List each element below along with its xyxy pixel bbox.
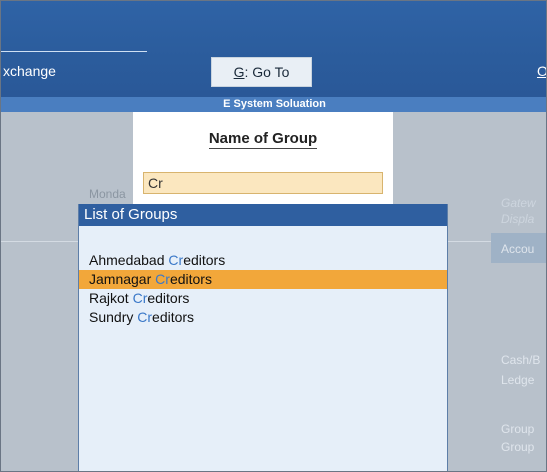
app-window: xchange G: Go To O E System Soluation Mo… [0, 0, 547, 472]
company-name: E System Soluation [223, 98, 326, 110]
group-item-ahmedabad-creditors[interactable]: Ahmedabad Creditors [79, 251, 447, 270]
goto-label: : Go To [244, 64, 290, 80]
menu-right-item[interactable]: O [537, 63, 546, 79]
name-of-group-title: Name of Group [133, 130, 393, 149]
goto-hotkey: G [233, 64, 245, 80]
company-bar: E System Soluation [1, 97, 546, 112]
group-item-match: Cr [168, 252, 184, 268]
name-of-group-title-text: Name of Group [208, 130, 318, 149]
ghost-text-right-6: Group [501, 422, 535, 436]
ghost-text-right-5: Ledge [501, 373, 535, 387]
name-of-group-panel: Name of Group Cr [133, 112, 393, 204]
top-menu-bar: xchange G: Go To O [1, 1, 546, 97]
group-name-input[interactable]: Cr [143, 172, 383, 194]
ghost-text-right-2: Displa [501, 212, 535, 226]
goto-button[interactable]: G: Go To [211, 57, 312, 87]
group-item-rajkot-creditors[interactable]: Rajkot Creditors [79, 289, 447, 308]
group-item-prefix: Jamnagar [89, 271, 156, 287]
ghost-text-right-1: Gatew [501, 196, 536, 210]
ghost-text-right-4: Cash/B [501, 353, 541, 367]
group-item-sundry-creditors[interactable]: Sundry Creditors [79, 308, 447, 327]
group-item-prefix: Sundry [89, 309, 138, 325]
group-item-prefix: Rajkot [89, 290, 133, 306]
list-of-groups-panel: List of Groups Ahmedabad Creditors Jamna… [78, 204, 448, 471]
group-item-match: Cr [155, 271, 170, 287]
menu-exchange[interactable]: xchange [3, 63, 56, 79]
ghost-text-right-3: Accou [501, 242, 535, 256]
group-item-match: Cr [137, 309, 153, 325]
list-of-groups-header: List of Groups [79, 204, 447, 226]
groups-list: Ahmedabad Creditors Jamnagar Creditors R… [79, 251, 447, 327]
group-item-prefix: Ahmedabad [89, 252, 169, 268]
group-item-match: Cr [132, 290, 148, 306]
group-item-jamnagar-creditors[interactable]: Jamnagar Creditors [79, 270, 447, 289]
group-item-rest: editors [183, 252, 226, 268]
group-item-rest: editors [152, 309, 195, 325]
ghost-text-left: Monda [89, 187, 126, 201]
menu-divider [1, 51, 147, 52]
group-item-rest: editors [169, 271, 212, 287]
group-item-rest: editors [147, 290, 190, 306]
ghost-text-right-7: Group [501, 440, 535, 454]
